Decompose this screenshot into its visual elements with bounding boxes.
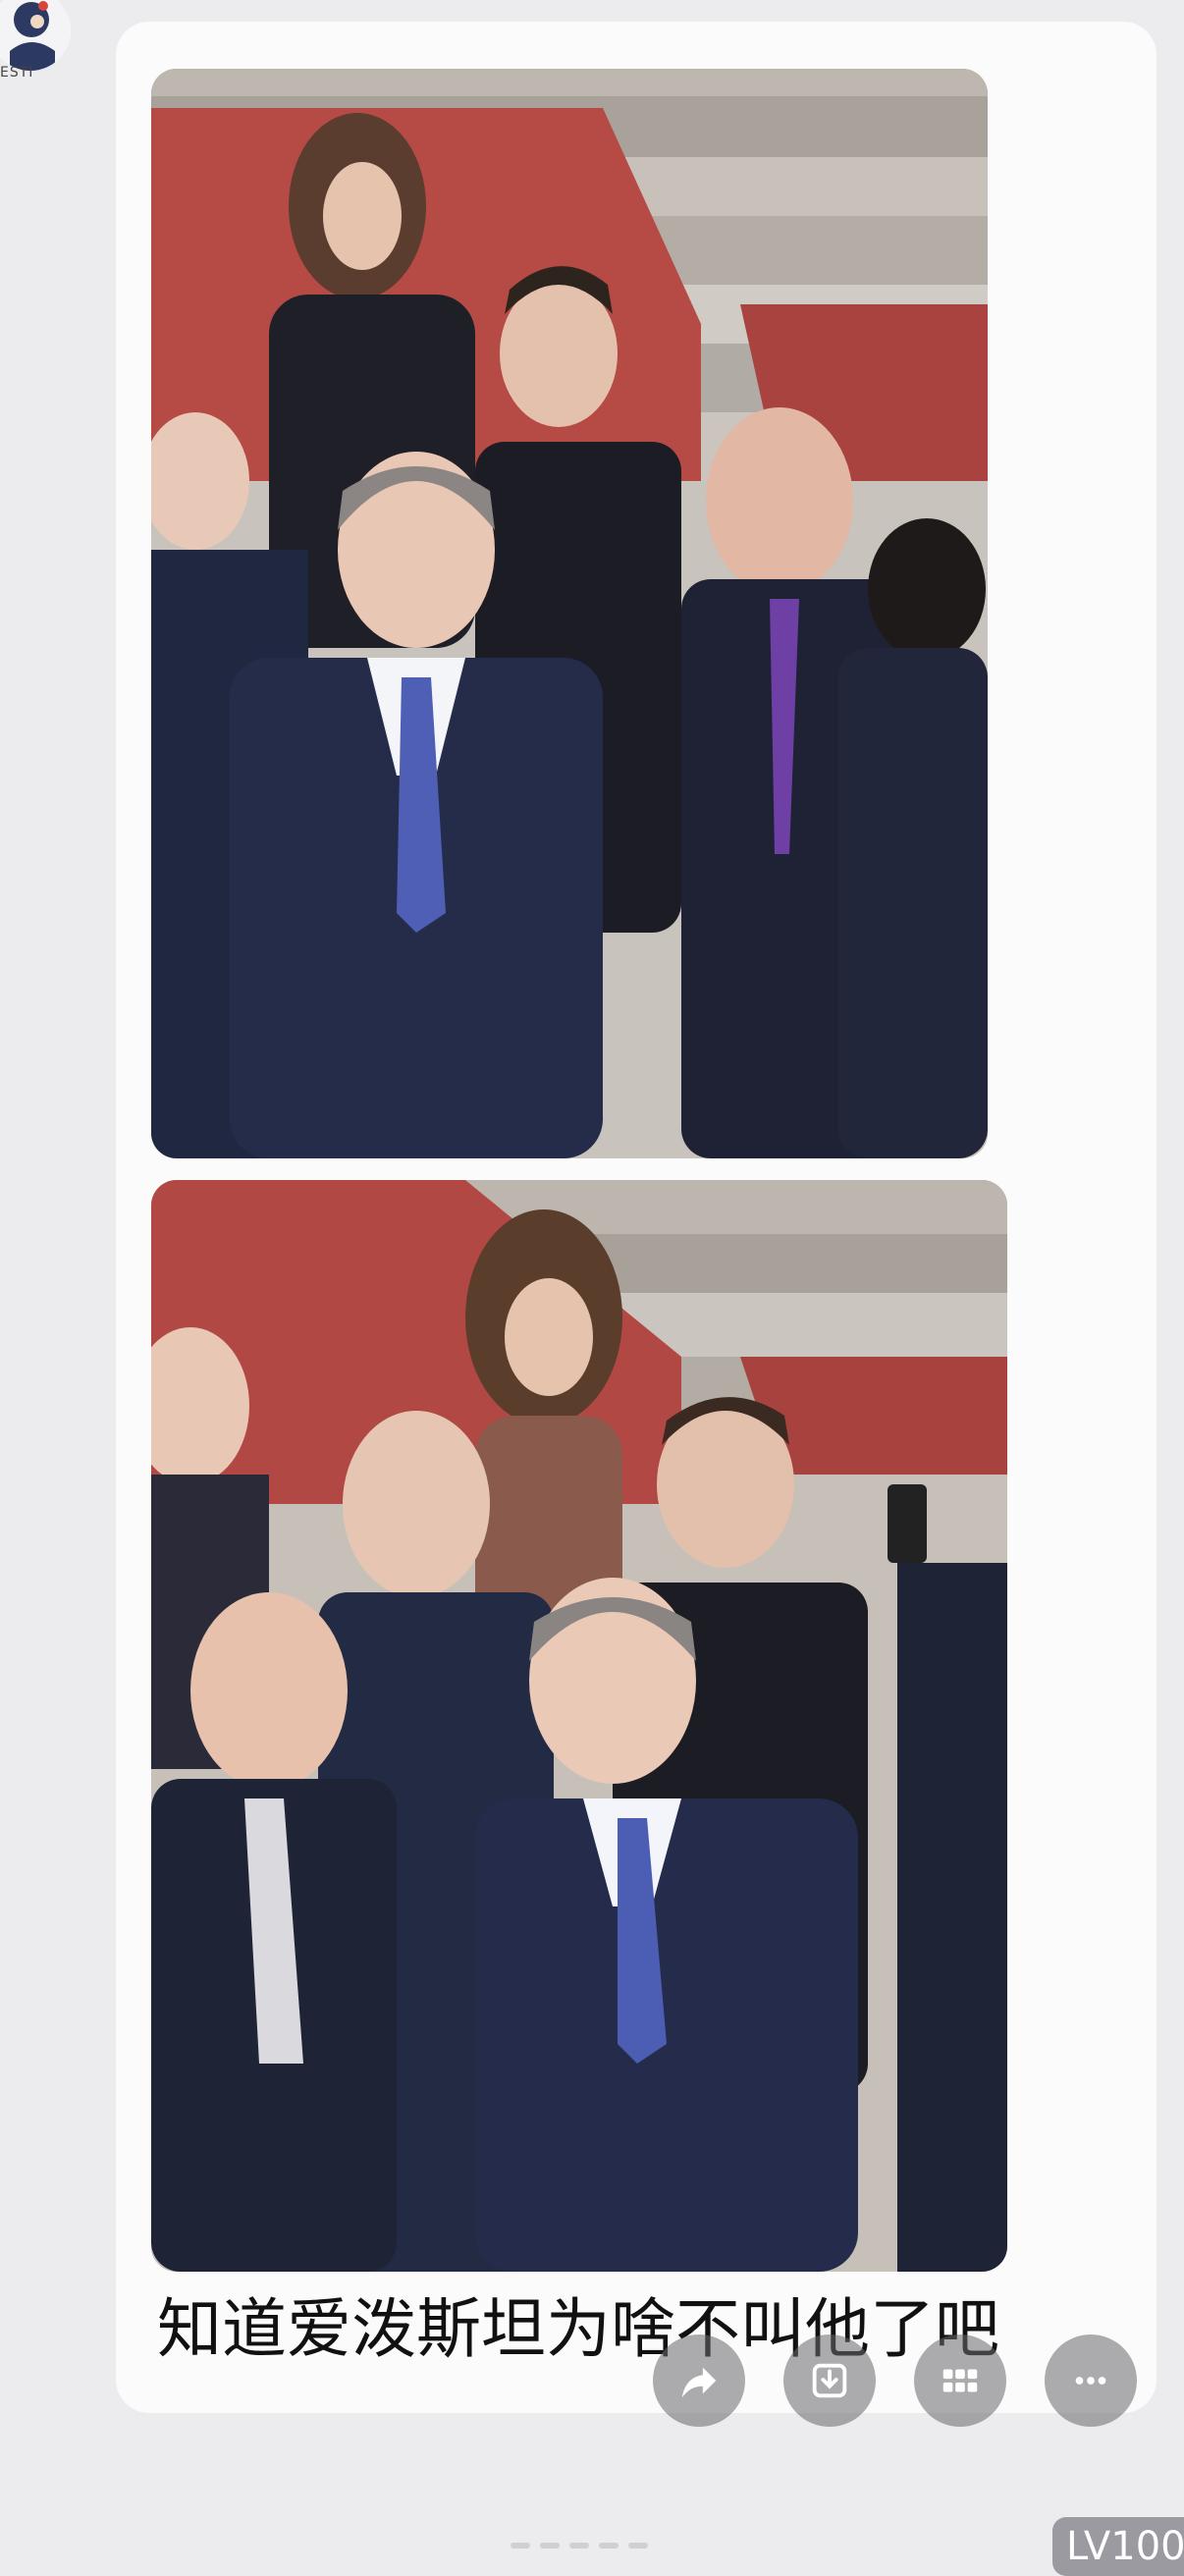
action-bar [653,2334,1144,2427]
share-button[interactable] [653,2334,745,2427]
level-badge: LV100 [1052,2517,1184,2576]
save-button[interactable] [783,2334,876,2427]
grid-icon [942,2369,978,2392]
avatar-label: ESTI [0,65,34,80]
more-button[interactable] [1045,2334,1137,2427]
grid-button[interactable] [914,2334,1006,2427]
more-icon [1075,2377,1106,2385]
photo-2[interactable] [151,1180,1007,2272]
photo-1[interactable] [151,69,988,1158]
share-icon [681,2367,717,2398]
download-icon [812,2363,847,2398]
page-indicator [511,2543,677,2552]
avatar[interactable] [0,0,71,71]
avatar-icon [0,0,71,71]
